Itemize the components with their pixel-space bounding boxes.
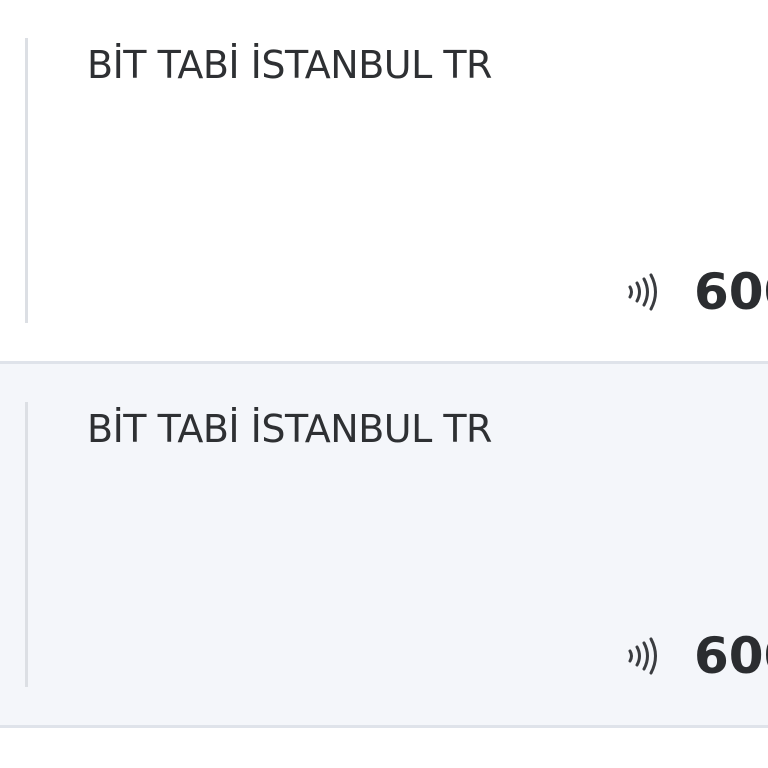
amount-group: 600	[624, 262, 768, 322]
transaction-amount: 600	[694, 627, 768, 685]
row-accent-bar	[25, 38, 28, 323]
contactless-icon	[624, 636, 664, 676]
transaction-list: BİT TABİ İSTANBUL TR 600 BİT TABİ İSTANB…	[0, 0, 768, 768]
amount-group: 600	[624, 626, 768, 686]
transaction-row[interactable]: BİT TABİ İSTANBUL TR 600	[0, 0, 768, 364]
transaction-row-partial[interactable]	[0, 728, 768, 768]
merchant-name: BİT TABİ İSTANBUL TR	[87, 43, 492, 87]
contactless-icon	[624, 272, 664, 312]
transaction-amount: 600	[694, 263, 768, 321]
row-accent-bar	[25, 402, 28, 687]
transaction-row[interactable]: BİT TABİ İSTANBUL TR 600	[0, 364, 768, 728]
merchant-name: BİT TABİ İSTANBUL TR	[87, 407, 492, 451]
